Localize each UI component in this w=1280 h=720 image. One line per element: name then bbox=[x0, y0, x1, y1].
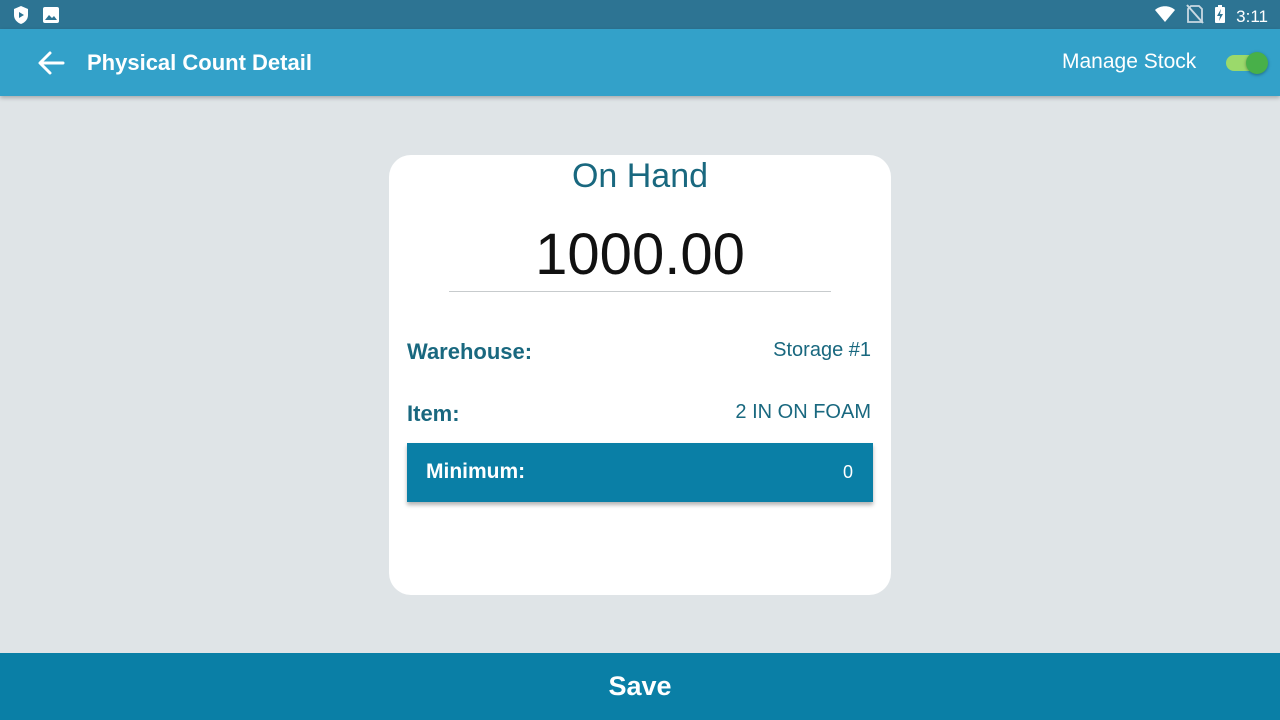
warehouse-label: Warehouse: bbox=[407, 339, 533, 364]
no-sim-icon bbox=[1186, 4, 1204, 29]
status-right-icons: 3:11 bbox=[1154, 4, 1268, 29]
toggle-thumb bbox=[1246, 52, 1268, 74]
manage-stock-label: Manage Stock bbox=[1062, 50, 1197, 73]
status-time: 3:11 bbox=[1236, 6, 1268, 26]
status-bar: 3:11 bbox=[0, 0, 1280, 29]
back-button[interactable] bbox=[36, 49, 66, 77]
save-button[interactable]: Save bbox=[0, 653, 1280, 720]
minimum-value: 0 bbox=[842, 462, 853, 482]
on-hand-label: On Hand bbox=[571, 157, 709, 195]
item-row: Item: 2 IN ON FOAM bbox=[407, 397, 873, 427]
app-bar: Physical Count Detail Manage Stock bbox=[0, 29, 1280, 96]
manage-stock-toggle[interactable] bbox=[1224, 51, 1270, 75]
shield-play-icon bbox=[12, 5, 30, 30]
warehouse-row: Warehouse: Storage #1 bbox=[407, 335, 873, 365]
item-label: Item: bbox=[407, 401, 460, 426]
page-title: Physical Count Detail bbox=[87, 50, 312, 75]
status-left-icons bbox=[12, 5, 60, 30]
on-hand-input[interactable] bbox=[449, 217, 831, 292]
save-label: Save bbox=[608, 671, 672, 701]
arrow-left-icon bbox=[38, 51, 65, 75]
minimum-button[interactable]: Minimum: 0 bbox=[407, 443, 873, 502]
physical-count-card: On Hand Warehouse: Storage #1 Item: 2 IN… bbox=[389, 155, 891, 595]
wifi-icon bbox=[1154, 5, 1176, 28]
warehouse-value: Storage #1 bbox=[773, 339, 871, 361]
item-value: 2 IN ON FOAM bbox=[735, 401, 871, 423]
minimum-label: Minimum: bbox=[426, 460, 526, 483]
image-icon bbox=[42, 6, 60, 29]
battery-charging-icon bbox=[1214, 4, 1226, 29]
